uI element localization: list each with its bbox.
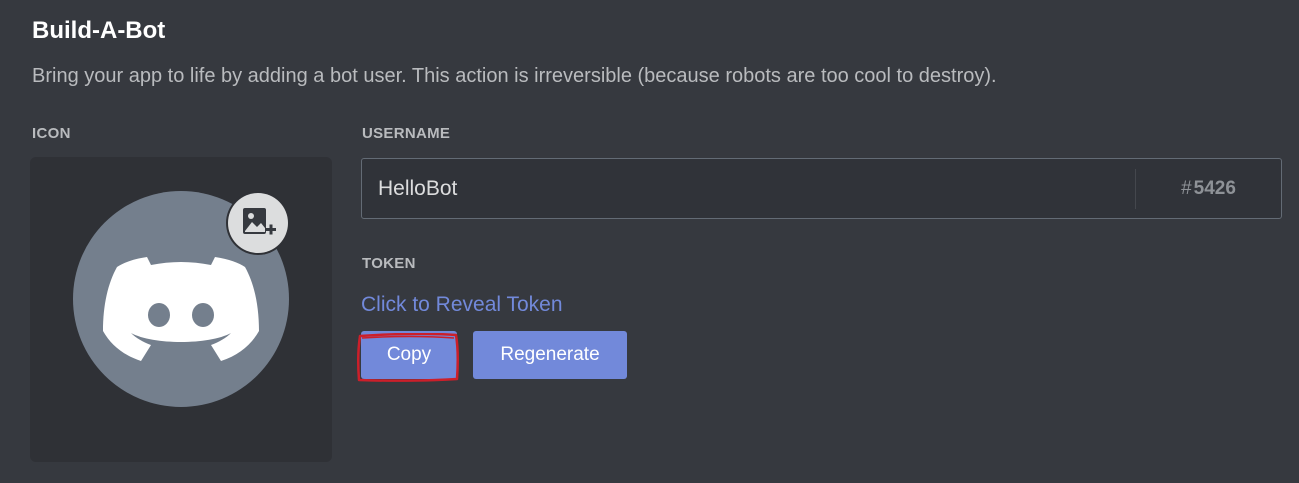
- icon-panel: [30, 157, 332, 462]
- token-label: TOKEN: [362, 255, 416, 272]
- username-label: USERNAME: [362, 125, 451, 142]
- icon-label: ICON: [32, 125, 71, 142]
- upload-image-button[interactable]: [228, 193, 288, 253]
- username-input[interactable]: [362, 159, 1134, 218]
- copy-button[interactable]: Copy: [361, 331, 457, 379]
- discriminator-hash: #: [1181, 178, 1192, 199]
- page-title: Build-A-Bot: [32, 17, 166, 44]
- image-add-icon: [243, 208, 276, 235]
- discriminator: #5426: [1136, 159, 1281, 218]
- reveal-token-link[interactable]: Click to Reveal Token: [361, 291, 563, 319]
- username-field: #5426: [361, 158, 1282, 219]
- page-description: Bring your app to life by adding a bot u…: [32, 65, 997, 87]
- discord-logo-icon: [103, 257, 259, 361]
- discriminator-number: 5426: [1193, 178, 1236, 199]
- regenerate-button[interactable]: Regenerate: [473, 331, 627, 379]
